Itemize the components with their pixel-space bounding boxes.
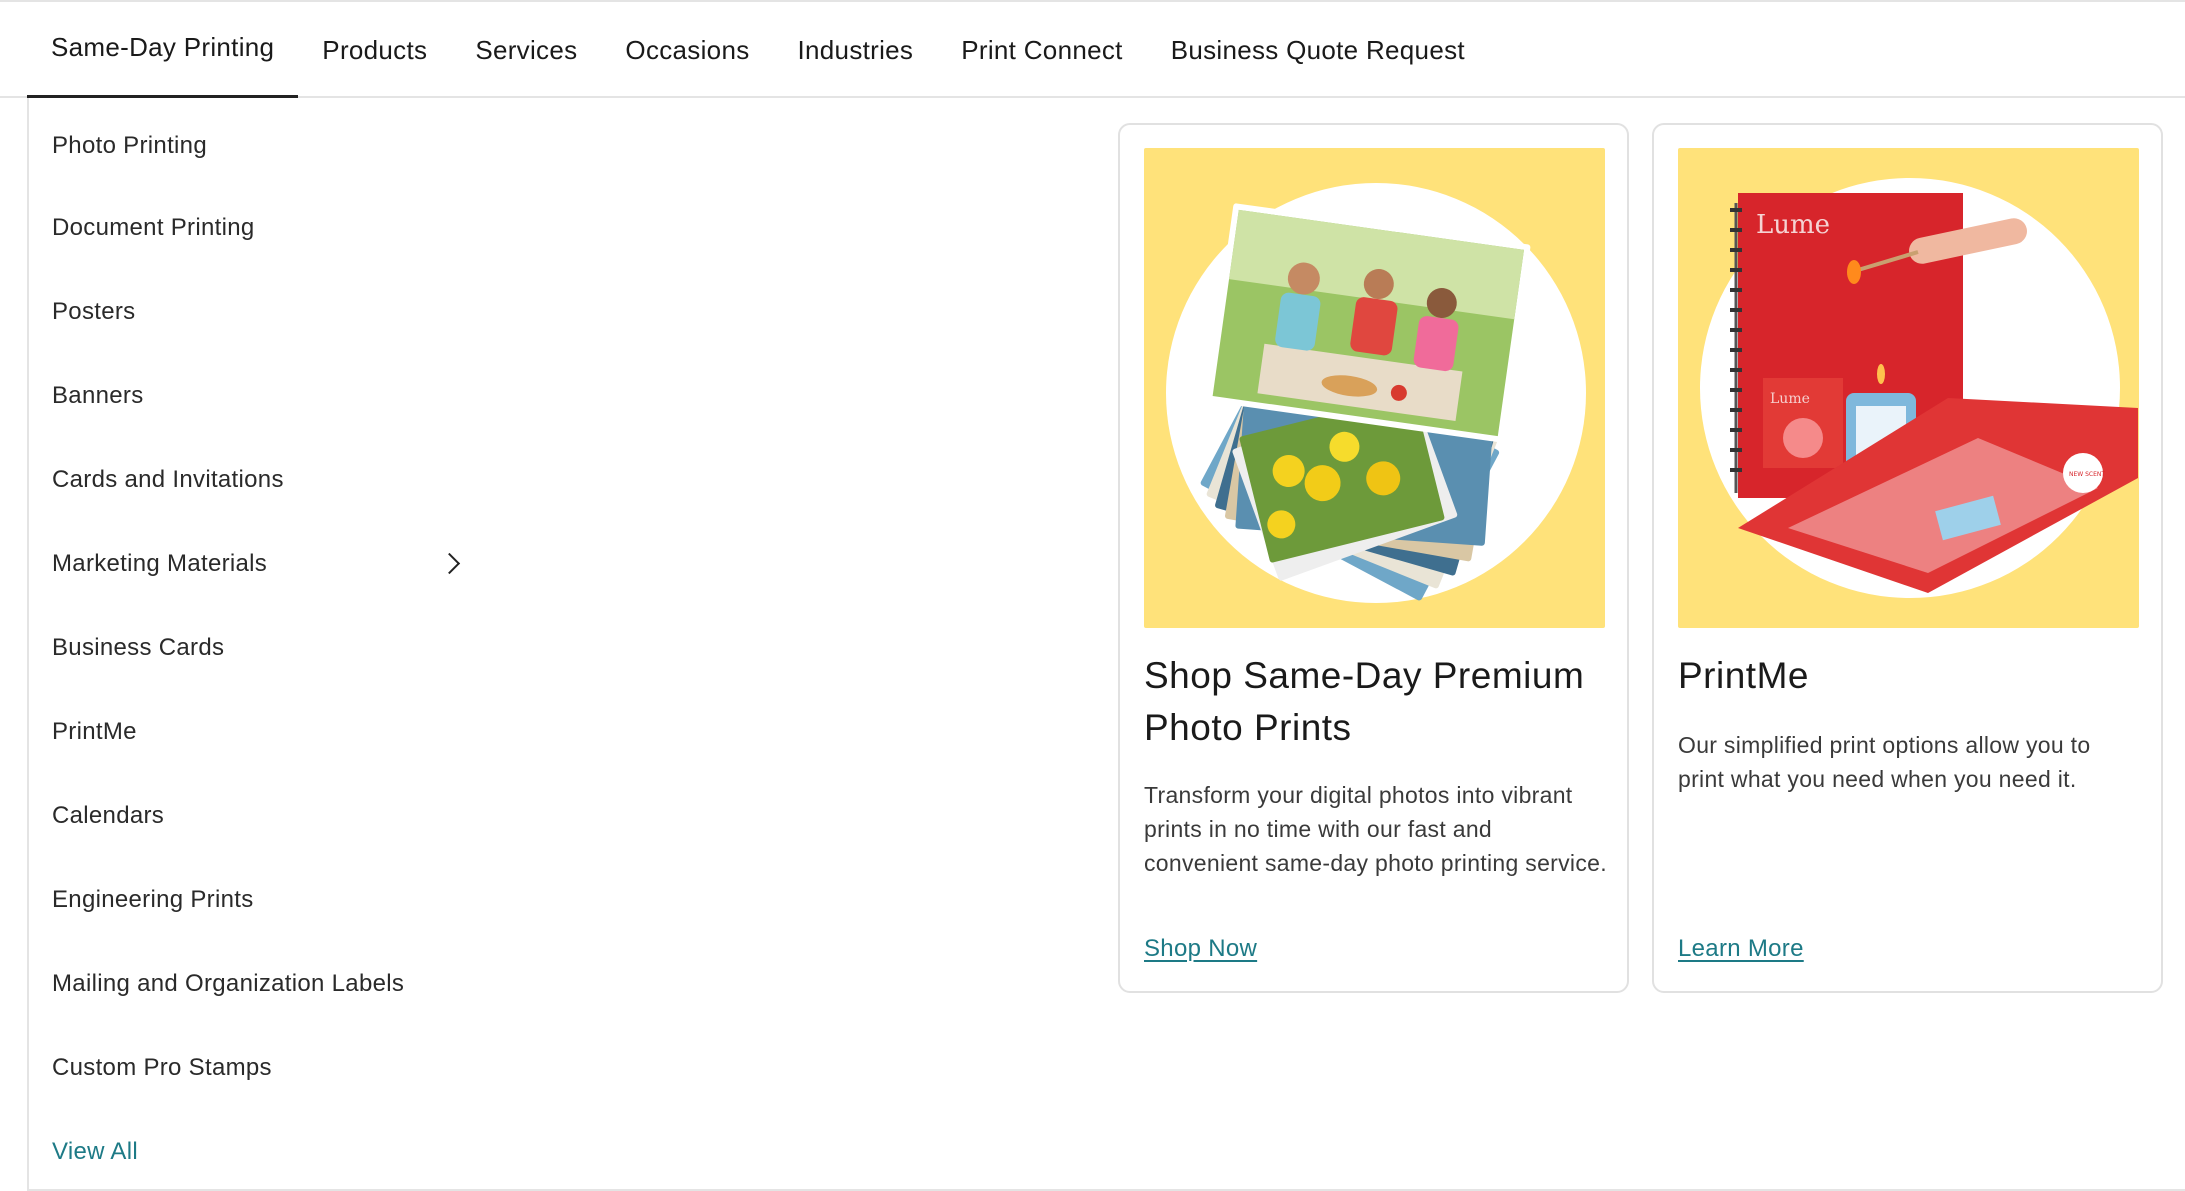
learn-more-link[interactable]: Learn More: [1678, 935, 1804, 963]
submenu-item-label: Cards and Invitations: [52, 466, 284, 493]
tab-services[interactable]: Services: [451, 2, 601, 98]
shop-now-link[interactable]: Shop Now: [1144, 935, 1257, 963]
submenu-item-engineering-prints[interactable]: Engineering Prints: [52, 858, 472, 942]
submenu-item-custom-pro-stamps[interactable]: Custom Pro Stamps: [52, 1026, 472, 1110]
submenu-item-label: Business Cards: [52, 634, 225, 661]
submenu-item-business-cards[interactable]: Business Cards: [52, 606, 472, 690]
card-title: Shop Same-Day Premium Photo Prints: [1144, 655, 1585, 748]
submenu-item-marketing-materials[interactable]: Marketing Materials: [52, 522, 472, 606]
submenu-item-label: Calendars: [52, 802, 165, 829]
tab-industries[interactable]: Industries: [774, 2, 938, 98]
submenu-item-label: Photo Printing: [52, 132, 207, 159]
promo-card-photo-prints[interactable]: Shop Same-Day Premium Photo Prints Trans…: [1118, 123, 1629, 993]
submenu-item-mailing-labels[interactable]: Mailing and Organization Labels: [52, 942, 472, 1026]
submenu-item-cards-and-invitations[interactable]: Cards and Invitations: [52, 438, 472, 522]
card-description: Our simplified print options allow you t…: [1678, 732, 2091, 792]
top-navigation-bar: Same-Day Printing Products Services Occa…: [0, 0, 2185, 98]
submenu-item-label: Engineering Prints: [52, 886, 254, 913]
tab-same-day-printing[interactable]: Same-Day Printing: [27, 2, 299, 98]
submenu-item-label: PrintMe: [52, 718, 137, 745]
submenu-item-label: Document Printing: [52, 214, 255, 241]
card-title: PrintMe: [1678, 655, 1809, 696]
submenu-item-label: Marketing Materials: [52, 550, 268, 577]
submenu-item-photo-printing[interactable]: Photo Printing: [52, 98, 472, 186]
tab-business-quote-request[interactable]: Business Quote Request: [1147, 2, 1489, 98]
card-description: Transform your digital photos into vibra…: [1144, 782, 1607, 876]
photo-prints-illustration: [1166, 183, 1586, 603]
view-all-link[interactable]: View All: [52, 1110, 472, 1191]
photo-prints-image: [1144, 148, 1605, 628]
printme-illustration: Lume Lume NEW SCENT: [1700, 178, 2138, 598]
submenu-item-label: Custom Pro Stamps: [52, 1054, 272, 1081]
promo-card-printme[interactable]: Lume Lume NEW SCENT PrintMe Our simplifi…: [1652, 123, 2163, 993]
sticker-text: NEW SCENT: [2069, 471, 2105, 478]
lume-logo-text: Lume: [1756, 210, 1830, 240]
submenu-list: Photo Printing Document Printing Posters…: [52, 98, 472, 1191]
tab-occasions[interactable]: Occasions: [601, 2, 773, 98]
tab-products[interactable]: Products: [298, 2, 451, 98]
lume-box-text: Lume: [1770, 391, 1810, 407]
submenu-item-banners[interactable]: Banners: [52, 354, 472, 438]
submenu-item-label: Banners: [52, 382, 144, 409]
primary-nav: Same-Day Printing Products Services Occa…: [27, 2, 1489, 98]
submenu-item-posters[interactable]: Posters: [52, 270, 472, 354]
tab-print-connect[interactable]: Print Connect: [937, 2, 1146, 98]
printme-image: Lume Lume NEW SCENT: [1678, 148, 2139, 628]
submenu-item-calendars[interactable]: Calendars: [52, 774, 472, 858]
submenu-item-label: Posters: [52, 298, 136, 325]
submenu-item-document-printing[interactable]: Document Printing: [52, 186, 472, 270]
submenu-item-label: Mailing and Organization Labels: [52, 970, 405, 997]
submenu-item-printme[interactable]: PrintMe: [52, 690, 472, 774]
chevron-right-icon: [438, 551, 464, 577]
